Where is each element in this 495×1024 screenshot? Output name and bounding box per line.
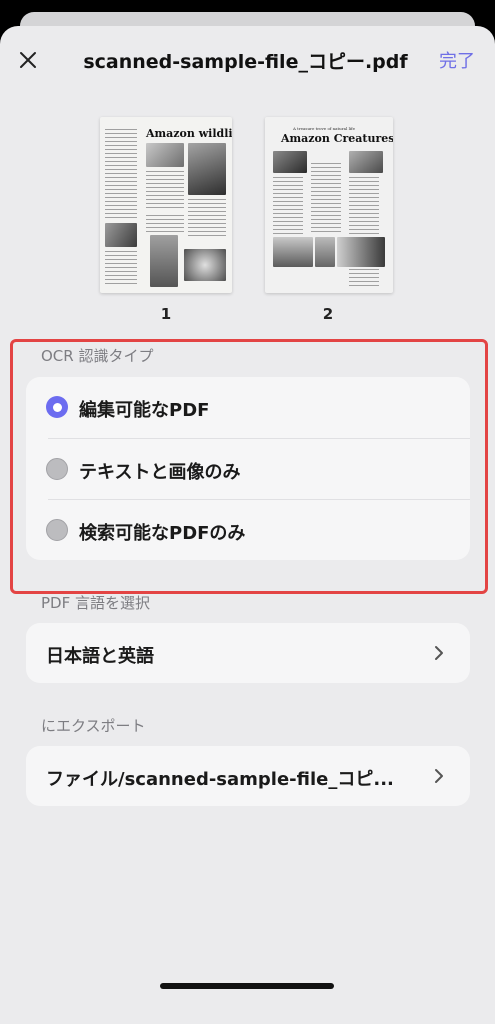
sheet-header: scanned-sample-file_コピー.pdf 完了 bbox=[0, 26, 495, 96]
ocr-settings-sheet: scanned-sample-file_コピー.pdf 完了 Amazon wi… bbox=[0, 26, 495, 1024]
text-column bbox=[188, 199, 226, 239]
close-icon bbox=[20, 52, 36, 68]
owl-photo bbox=[184, 249, 226, 281]
home-indicator[interactable] bbox=[160, 983, 334, 989]
ocr-type-options: 編集可能なPDF テキストと画像のみ 検索可能なPDFのみ bbox=[26, 377, 470, 560]
ocr-option-editable-pdf[interactable]: 編集可能なPDF bbox=[26, 377, 470, 437]
file-title: scanned-sample-file_コピー.pdf bbox=[83, 51, 408, 73]
language-select-row[interactable]: 日本語と英語 bbox=[26, 623, 470, 683]
page-number-1: 1 bbox=[160, 305, 172, 323]
page-thumbnail-1[interactable]: Amazon wildlife bbox=[100, 117, 232, 293]
language-section-label: PDF 言語を選択 bbox=[41, 594, 150, 612]
wildlife-photo bbox=[146, 143, 184, 167]
export-destination-value: ファイル/scanned-sample-file_コピ... bbox=[46, 769, 394, 790]
text-column bbox=[146, 171, 184, 211]
text-column bbox=[105, 129, 137, 219]
option-label: 編集可能なPDF bbox=[79, 400, 210, 421]
bird-photo bbox=[273, 151, 307, 173]
landscape-photo bbox=[273, 237, 313, 267]
page-number-2: 2 bbox=[322, 305, 334, 323]
language-value: 日本語と英語 bbox=[46, 646, 154, 667]
radio-unselected-icon[interactable] bbox=[46, 458, 68, 480]
text-column bbox=[105, 251, 137, 287]
radio-unselected-icon[interactable] bbox=[46, 519, 68, 541]
text-column bbox=[349, 177, 379, 235]
landscape-photo bbox=[315, 237, 335, 267]
thumbnail-heading: Amazon Creatures bbox=[281, 132, 393, 145]
text-column bbox=[349, 269, 379, 287]
close-button[interactable] bbox=[10, 42, 46, 78]
wildlife-photo bbox=[188, 143, 226, 195]
text-column bbox=[273, 177, 303, 235]
chevron-right-icon bbox=[435, 769, 443, 783]
done-button[interactable]: 完了 bbox=[439, 47, 475, 73]
ocr-option-text-and-images[interactable]: テキストと画像のみ bbox=[26, 439, 470, 499]
text-column bbox=[311, 163, 341, 235]
tapir-photo bbox=[337, 237, 385, 267]
export-destination-row[interactable]: ファイル/scanned-sample-file_コピ... bbox=[26, 746, 470, 806]
radio-selected-icon[interactable] bbox=[46, 396, 68, 418]
page-thumbnail-2[interactable]: A treasure trove of natural life Amazon … bbox=[265, 117, 393, 293]
thumbnail-heading: Amazon wildlife bbox=[146, 127, 232, 140]
text-column bbox=[146, 215, 184, 235]
option-label: 検索可能なPDFのみ bbox=[79, 523, 246, 544]
option-label: テキストと画像のみ bbox=[79, 462, 241, 483]
giraffe-photo bbox=[150, 235, 178, 287]
export-section-label: にエクスポート bbox=[41, 717, 146, 735]
turtle-photo bbox=[349, 151, 383, 173]
ocr-section-label: OCR 認識タイプ bbox=[41, 347, 154, 365]
thumbnail-kicker: A treasure trove of natural life bbox=[293, 126, 355, 131]
chevron-right-icon bbox=[435, 646, 443, 660]
ocr-option-searchable-pdf[interactable]: 検索可能なPDFのみ bbox=[26, 500, 470, 560]
wildlife-photo bbox=[105, 223, 137, 247]
